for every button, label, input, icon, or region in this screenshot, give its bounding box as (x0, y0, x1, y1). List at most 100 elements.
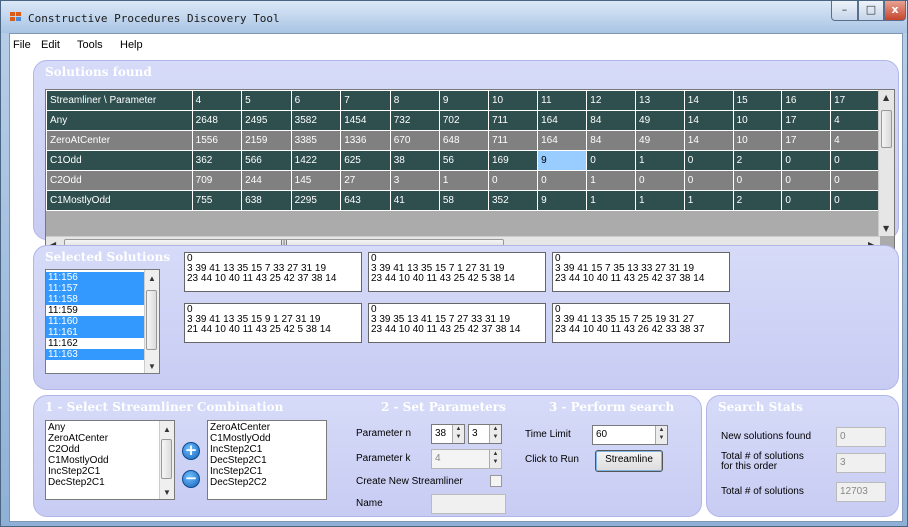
grid-cell[interactable]: 566 (241, 150, 292, 171)
grid-cell[interactable]: 638 (241, 190, 292, 211)
grid-cell[interactable]: 10 (732, 130, 783, 151)
remove-streamliner-button[interactable]: − (182, 470, 200, 488)
available-streamliner-item[interactable]: Any (46, 422, 174, 433)
grid-cell[interactable]: 0 (586, 150, 637, 171)
list-scroll-down-icon[interactable]: ▼ (148, 362, 156, 371)
grid-cell[interactable]: 2159 (241, 130, 292, 151)
grid-cell[interactable]: 17 (781, 130, 832, 151)
grid-cell[interactable]: 3582 (290, 110, 342, 131)
table-row[interactable]: C1Odd 362 566 1422 625 38 56 169 9 0 1 0 2 0 0 (46, 150, 880, 171)
avail-scroll-thumb[interactable] (161, 439, 172, 479)
grid-cell[interactable]: 625 (340, 150, 391, 171)
table-row[interactable]: ZeroAtCenter 1556 2159 3385 1336 670 648 711 164… (46, 130, 880, 151)
grid-cell[interactable]: 14 (683, 130, 734, 151)
grid-cell[interactable]: 670 (389, 130, 440, 151)
table-row[interactable]: C1MostlyOdd 755 638 2295 643 41 58 352 9 1 1 1 2 0 0 (46, 190, 880, 211)
grid-cell[interactable]: 1454 (340, 110, 391, 131)
scroll-down-icon[interactable]: ▼ (883, 224, 889, 233)
avail-scroll-up-icon[interactable]: ▲ (163, 425, 171, 434)
selected-list-scrollbar[interactable]: ▲ ▼ (144, 270, 159, 373)
menu-tools[interactable]: Tools (77, 39, 103, 51)
grid-cell[interactable]: 9 (537, 150, 588, 171)
grid-cell[interactable]: 58 (438, 190, 489, 211)
grid-cell[interactable]: 3385 (290, 130, 342, 151)
grid-cell[interactable]: 0 (537, 170, 588, 191)
grid-cell[interactable]: 1 (635, 150, 685, 171)
list-item[interactable]: 11:157 (46, 283, 159, 294)
available-streamliner-item[interactable]: C1MostlyOdd (46, 455, 174, 466)
time-limit-stepper[interactable]: 60 ▲ ▼ (592, 425, 668, 445)
grid-column-header[interactable]: 13 (635, 90, 685, 111)
grid-cell[interactable]: 164 (537, 130, 588, 151)
chosen-streamliner-item[interactable]: DecStep2C2 (208, 477, 326, 488)
grid-column-header[interactable]: 10 (487, 90, 539, 111)
maximize-button[interactable]: □ (858, 1, 884, 21)
grid-cell[interactable]: 755 (191, 190, 243, 211)
grid-cell[interactable]: 1 (683, 190, 734, 211)
grid-cell[interactable]: 0 (732, 170, 783, 191)
parameter-n-second-spin-icon[interactable]: ▲ ▼ (489, 425, 501, 443)
scroll-up-icon[interactable]: ▲ (883, 93, 889, 102)
grid-column-header[interactable]: 6 (290, 90, 342, 111)
grid-column-header[interactable]: 5 (241, 90, 292, 111)
grid-cell[interactable]: 38 (389, 150, 440, 171)
grid-cell[interactable]: 648 (438, 130, 489, 151)
parameter-n-stepper[interactable]: 38 ▲ ▼ (431, 424, 465, 444)
grid-column-header[interactable]: 17 (830, 90, 880, 111)
grid-cell[interactable]: 1336 (340, 130, 391, 151)
grid-cell[interactable]: 1 (438, 170, 489, 191)
row-header[interactable]: C1Odd (46, 150, 193, 171)
list-item[interactable]: 11:156 (46, 272, 159, 283)
grid-cell[interactable]: 41 (389, 190, 440, 211)
grid-column-header[interactable]: 14 (683, 90, 734, 111)
add-streamliner-button[interactable]: + (182, 442, 200, 460)
grid-cell[interactable]: 643 (340, 190, 391, 211)
list-item[interactable]: 11:158 (46, 294, 159, 305)
grid-cell[interactable]: 56 (438, 150, 489, 171)
grid-cell[interactable]: 2648 (191, 110, 243, 131)
parameter-n-spin-icon[interactable]: ▲ ▼ (452, 425, 464, 443)
minimize-button[interactable]: – (831, 1, 858, 21)
chosen-streamliner-item[interactable]: ZeroAtCenter (208, 422, 326, 433)
grid-cell[interactable]: 164 (537, 110, 588, 131)
create-streamliner-checkbox[interactable] (490, 475, 502, 487)
grid-cell[interactable]: 1422 (290, 150, 342, 171)
menu-edit[interactable]: Edit (41, 39, 60, 51)
list-item[interactable]: 11:159 (46, 305, 159, 316)
grid-vscroll-thumb[interactable] (881, 110, 892, 148)
grid-cell[interactable]: 3 (389, 170, 440, 191)
grid-cell[interactable]: 702 (438, 110, 489, 131)
close-button[interactable]: x (884, 1, 906, 21)
grid-cell[interactable]: 711 (487, 130, 539, 151)
name-field[interactable] (431, 494, 506, 514)
selected-solutions-list[interactable]: 11:156 11:157 11:158 11:159 11:160 11:161 11:1… (45, 269, 160, 374)
list-scroll-up-icon[interactable]: ▲ (148, 274, 156, 283)
available-streamliner-item[interactable]: IncStep2C1 (46, 466, 174, 477)
grid-column-header[interactable]: 12 (586, 90, 637, 111)
grid-cell[interactable]: 2495 (241, 110, 292, 131)
grid-column-header[interactable]: 11 (537, 90, 588, 111)
grid-cell[interactable]: 0 (635, 170, 685, 191)
chosen-streamliner-item[interactable]: IncStep2C1 (208, 444, 326, 455)
grid-cell[interactable]: 17 (781, 110, 832, 131)
grid-column-header[interactable]: 8 (389, 90, 440, 111)
row-header[interactable]: Any (46, 110, 193, 131)
grid-cell[interactable]: 711 (487, 110, 539, 131)
grid-column-header[interactable]: 4 (191, 90, 243, 111)
grid-cell[interactable]: 0 (781, 170, 832, 191)
list-item[interactable]: 11:163 (46, 349, 159, 360)
grid-cell[interactable]: 27 (340, 170, 391, 191)
parameter-n-second-stepper[interactable]: 3 ▲ ▼ (468, 424, 502, 444)
available-streamliners-list[interactable]: Any ZeroAtCenter C2Odd C1MostlyOdd IncStep2C… (45, 420, 175, 500)
grid-cell[interactable]: 169 (487, 150, 539, 171)
grid-cell[interactable]: 145 (290, 170, 342, 191)
grid-column-header[interactable]: 9 (438, 90, 489, 111)
row-header[interactable]: ZeroAtCenter (46, 130, 193, 151)
grid-cell[interactable]: 1556 (191, 130, 243, 151)
grid-cell[interactable]: 49 (635, 110, 685, 131)
table-row[interactable]: C2Odd 709 244 145 27 3 1 0 0 1 0 0 0 0 0 (46, 170, 880, 191)
grid-cell[interactable]: 49 (635, 130, 685, 151)
grid-cell[interactable]: 4 (830, 110, 880, 131)
grid-cell[interactable]: 0 (830, 150, 880, 171)
grid-cell[interactable]: 0 (830, 190, 880, 211)
